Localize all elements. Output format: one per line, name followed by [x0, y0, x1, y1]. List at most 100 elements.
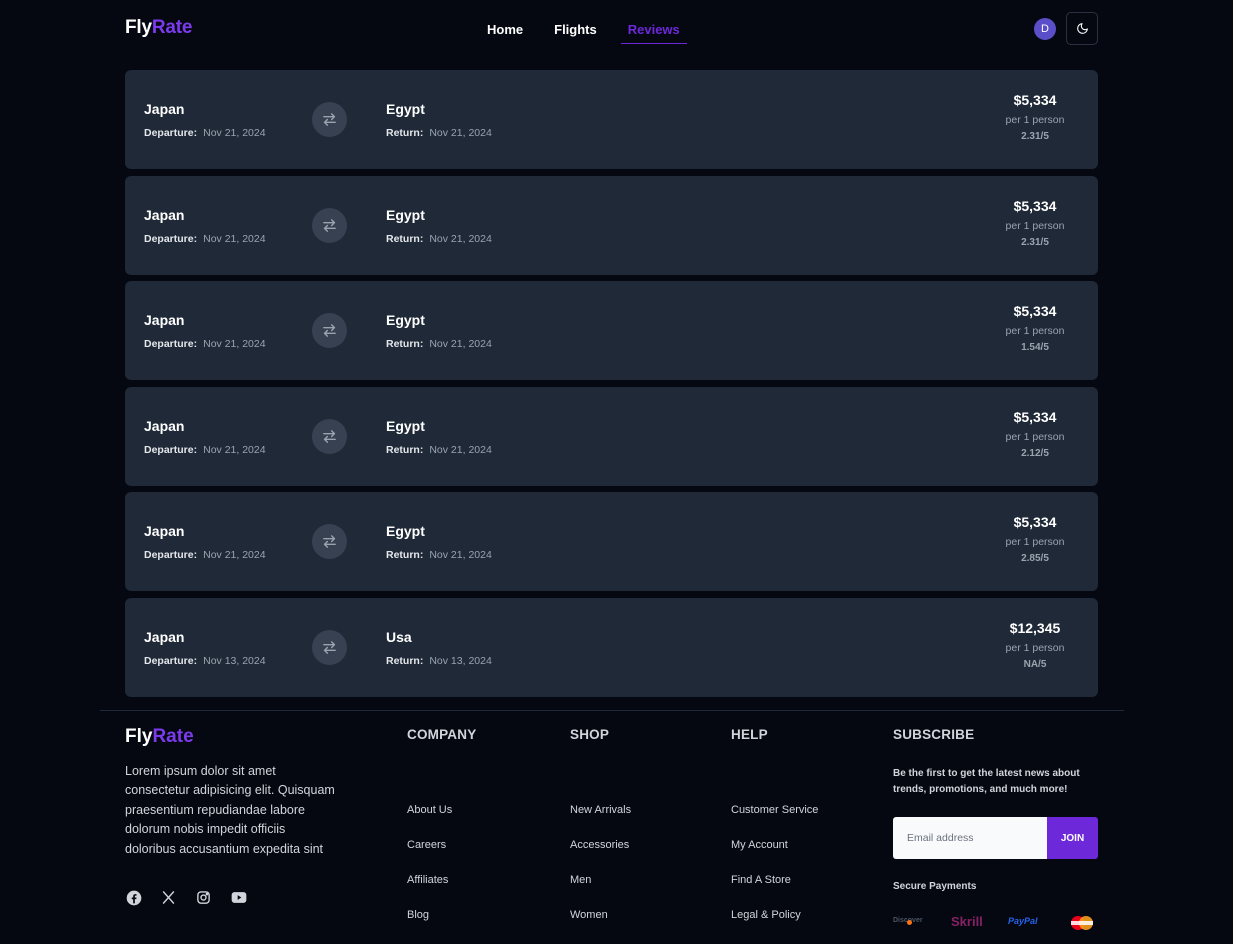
flight-card[interactable]: Japan Departure: Nov 21, 2024 Egypt Retur… — [125, 386, 1098, 486]
rating: 2.31/5 — [1021, 131, 1049, 142]
footer-link-blog[interactable]: Blog — [407, 909, 476, 944]
departure-info: Departure: Nov 21, 2024 — [144, 338, 266, 350]
departure-date: Nov 21, 2024 — [203, 338, 266, 351]
logo-rate-text: Rate — [151, 17, 193, 38]
price: $5,334 — [1013, 514, 1057, 531]
footer-description: Lorem ipsum dolor sit amet consectetur a… — [125, 764, 335, 856]
per-person: per 1 person — [1005, 325, 1065, 338]
flight-card[interactable]: Japan Departure: Nov 21, 2024 Egypt Retur… — [125, 281, 1098, 381]
footer-link-legal[interactable]: Legal & Policy — [731, 909, 818, 944]
departure-date: Nov 21, 2024 — [203, 232, 266, 245]
departure-info: Departure: Nov 21, 2024 — [144, 127, 266, 139]
skrill-logo: Skrill — [951, 914, 983, 929]
departure-label: Departure: — [144, 232, 198, 245]
footer-col-company: COMPANY About Us Careers Affiliates Blog — [407, 727, 476, 944]
paypal-logo: PayPal — [1008, 916, 1038, 926]
footer-divider — [100, 710, 1124, 711]
flight-card[interactable]: Japan Departure: Nov 21, 2024 Egypt Retur… — [125, 175, 1098, 275]
footer-link-about[interactable]: About Us — [407, 804, 476, 839]
footer-col-title: SHOP — [570, 727, 610, 742]
footer-link-men[interactable]: Men — [570, 874, 631, 909]
footer-link-women[interactable]: Women — [570, 909, 631, 944]
theme-toggle-button[interactable] — [1066, 12, 1098, 45]
flight-card[interactable]: Japan Departure: Nov 21, 2024 Egypt Retur… — [125, 70, 1098, 169]
return-date: Nov 21, 2024 — [429, 127, 492, 139]
swap-arrows-icon — [323, 218, 336, 232]
footer-logo-fly: Fly — [125, 726, 153, 747]
return-label: Return: — [386, 232, 424, 245]
from-city: Japan — [144, 206, 185, 223]
footer-link-customer-service[interactable]: Customer Service — [731, 804, 818, 839]
price-block: $5,334 per 1 person 2.31/5 — [990, 92, 1080, 142]
per-person: per 1 person — [1005, 430, 1065, 443]
facebook-icon[interactable] — [125, 889, 142, 906]
departure-date: Nov 21, 2024 — [203, 549, 266, 562]
swap-arrows-icon — [323, 535, 336, 549]
return-info: Return: Nov 21, 2024 — [386, 233, 492, 245]
price: $5,334 — [1013, 408, 1057, 425]
return-info: Return: Nov 21, 2024 — [386, 338, 492, 350]
departure-info: Departure: Nov 13, 2024 — [144, 655, 266, 667]
nav-home[interactable]: Home — [480, 20, 530, 44]
swap-button[interactable] — [312, 524, 347, 560]
swap-button[interactable] — [312, 207, 347, 243]
from-city: Japan — [144, 312, 185, 329]
departure-info: Departure: Nov 21, 2024 — [144, 233, 266, 245]
footer-link-accessories[interactable]: Accessories — [570, 839, 631, 874]
return-date: Nov 21, 2024 — [429, 338, 492, 351]
footer-col-title: HELP — [731, 727, 768, 742]
footer-link-my-account[interactable]: My Account — [731, 839, 818, 874]
flight-card[interactable]: Japan Departure: Nov 13, 2024 Usa Return:… — [125, 597, 1098, 697]
departure-label: Departure: — [144, 338, 198, 351]
footer-link-find-store[interactable]: Find A Store — [731, 874, 818, 909]
logo-fly-text: Fly — [125, 17, 152, 38]
rating: 1.54/5 — [1021, 342, 1049, 354]
from-city: Japan — [144, 417, 185, 434]
flight-card[interactable]: Japan Departure: Nov 21, 2024 Egypt Retur… — [125, 492, 1098, 592]
price: $5,334 — [1013, 197, 1057, 214]
join-button[interactable]: JOIN — [1047, 817, 1098, 859]
departure-info: Departure: Nov 21, 2024 — [144, 549, 266, 561]
price-block: $5,334 per 1 person 2.12/5 — [990, 409, 1080, 459]
rating: NA/5 — [1023, 658, 1047, 670]
nav-reviews[interactable]: Reviews — [620, 20, 687, 44]
rating: 2.85/5 — [1021, 553, 1049, 565]
departure-date: Nov 21, 2024 — [203, 443, 266, 456]
swap-button[interactable] — [312, 418, 347, 454]
avatar[interactable]: D — [1034, 18, 1056, 40]
secure-payments-label: Secure Payments — [893, 881, 977, 892]
top-header: FlyRate Home Flights Reviews D — [0, 0, 1233, 57]
rating: 2.31/5 — [1021, 236, 1049, 248]
from-city: Japan — [144, 101, 185, 117]
departure-label: Departure: — [144, 127, 198, 139]
footer-link-affiliates[interactable]: Affiliates — [407, 874, 476, 909]
nav-flights[interactable]: Flights — [547, 20, 604, 44]
price-block: $5,334 per 1 person 1.54/5 — [990, 303, 1080, 353]
return-info: Return: Nov 21, 2024 — [386, 127, 492, 139]
main-nav: Home Flights Reviews — [480, 20, 704, 44]
payment-logos: Discover Skrill PayPal — [893, 914, 1098, 930]
brand-logo[interactable]: FlyRate — [125, 17, 192, 39]
swap-button[interactable] — [312, 313, 347, 349]
footer-col-title: COMPANY — [407, 727, 477, 742]
youtube-icon[interactable] — [230, 889, 247, 906]
x-icon[interactable] — [160, 889, 177, 906]
footer-link-new-arrivals[interactable]: New Arrivals — [570, 804, 631, 839]
per-person: per 1 person — [1005, 641, 1065, 654]
per-person: per 1 person — [1005, 536, 1065, 549]
return-info: Return: Nov 21, 2024 — [386, 444, 492, 456]
from-city: Japan — [144, 628, 185, 645]
swap-button[interactable] — [312, 629, 347, 665]
footer-col-subscribe: SUBSCRIBE — [893, 727, 974, 742]
return-label: Return: — [386, 654, 424, 667]
mastercard-logo — [1069, 915, 1095, 931]
footer-link-careers[interactable]: Careers — [407, 839, 476, 874]
price-block: $5,334 per 1 person 2.31/5 — [990, 198, 1080, 248]
departure-label: Departure: — [144, 443, 198, 456]
price: $12,345 — [1009, 619, 1061, 636]
return-label: Return: — [386, 549, 424, 562]
email-input[interactable] — [893, 817, 1047, 859]
footer-logo[interactable]: FlyRate — [125, 726, 194, 748]
instagram-icon[interactable] — [195, 889, 212, 906]
swap-button[interactable] — [312, 102, 347, 137]
